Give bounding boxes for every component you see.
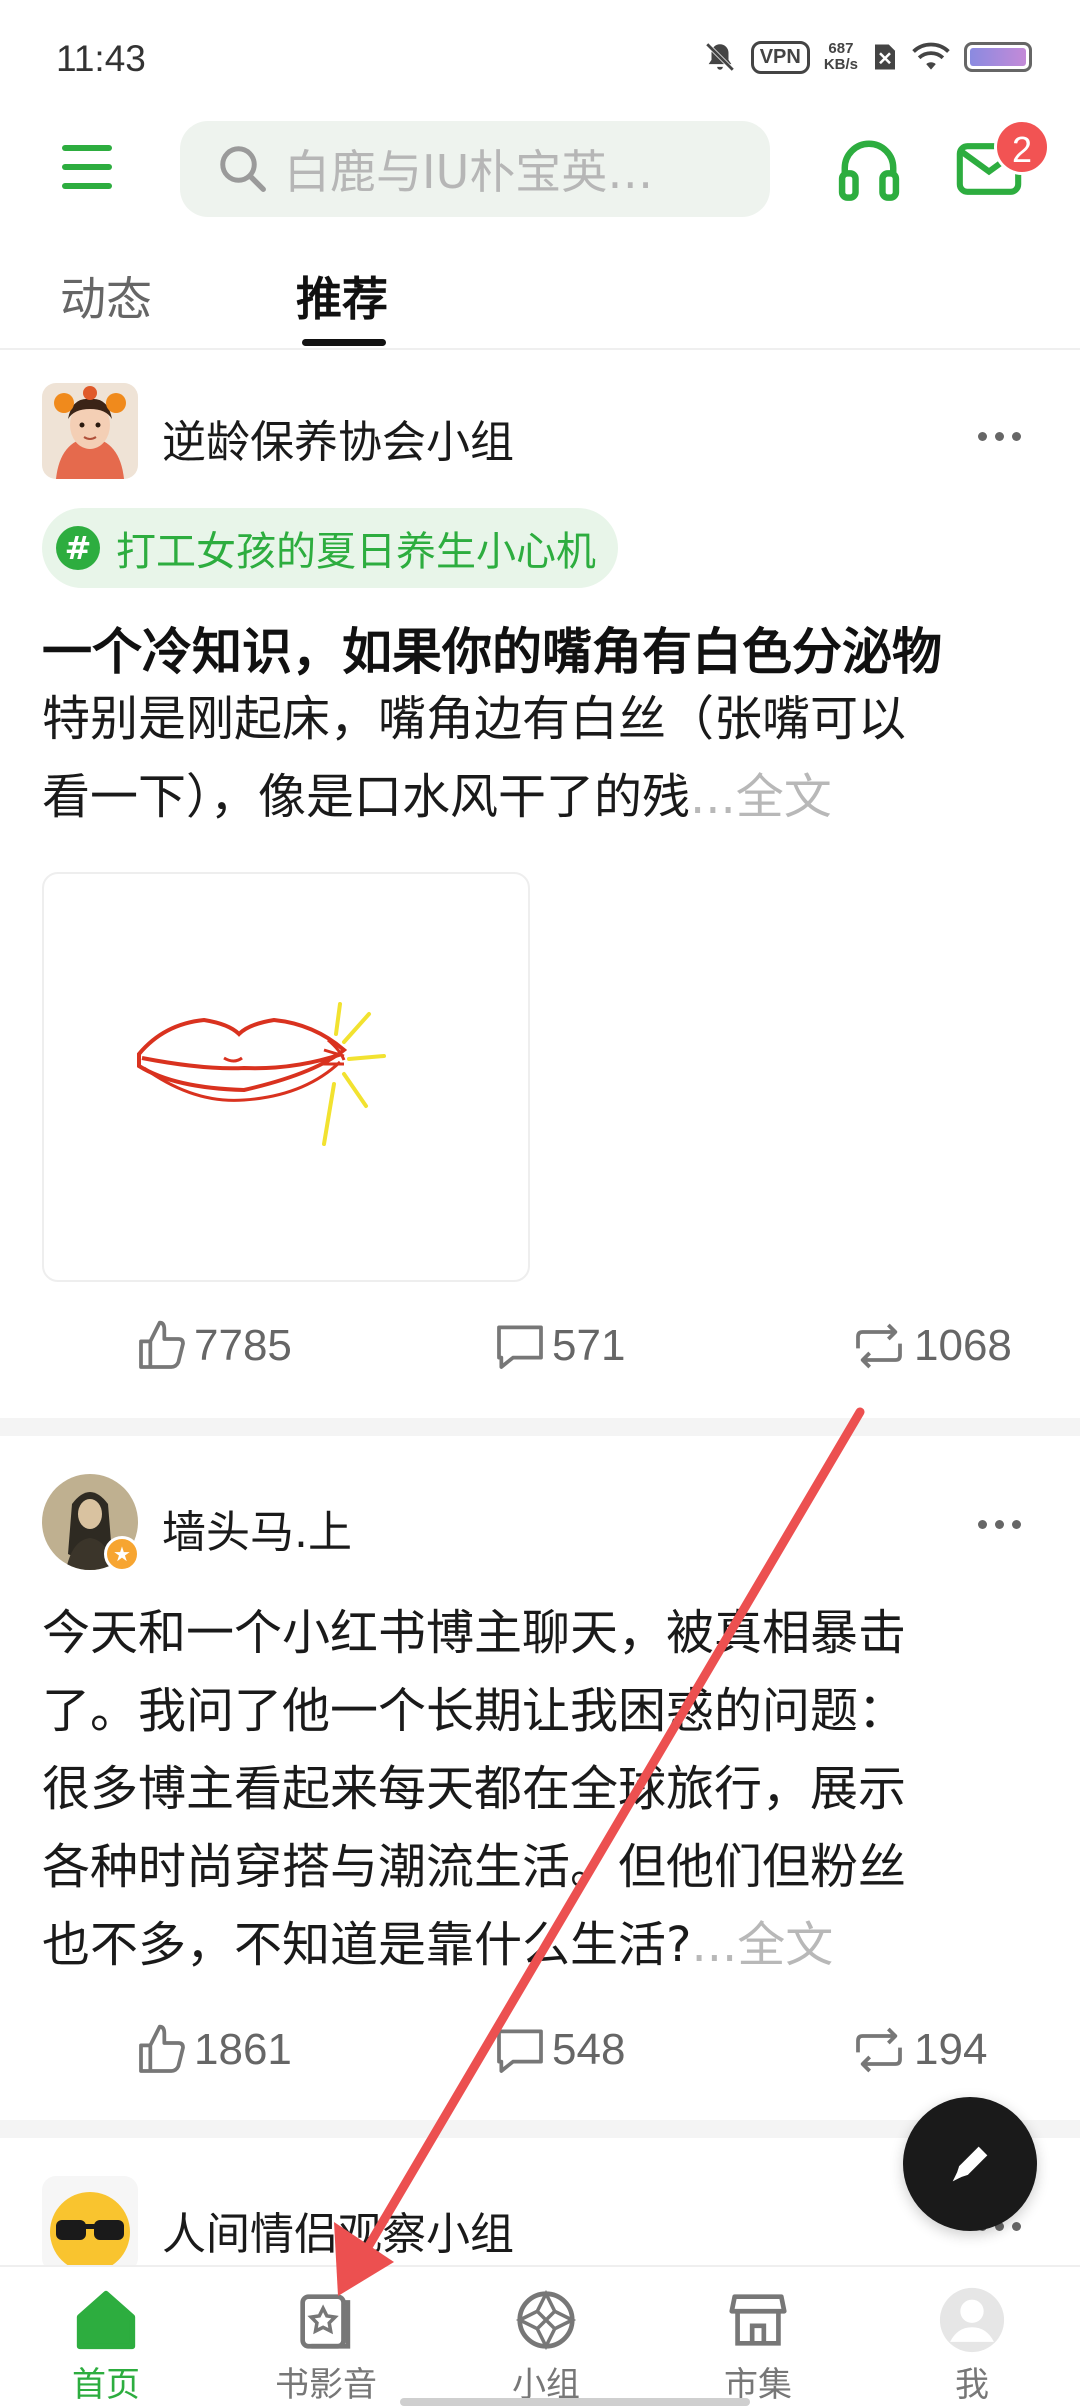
post-body-line: 了。我问了他一个长期让我困惑的问题： — [42, 1683, 907, 1739]
avatar[interactable] — [42, 2176, 138, 2272]
status-icons: VPN 687 KB/s — [703, 40, 1032, 74]
lips-drawing — [137, 1002, 386, 1146]
like-button[interactable]: 7785 — [134, 1318, 292, 1374]
post-body-line-last: 看一下），像是口水风干了的残...全文 — [42, 769, 832, 825]
headphones-icon[interactable] — [836, 133, 902, 203]
no-sim-icon — [875, 44, 895, 70]
search-bar[interactable]: 白鹿与IU朴宝英… — [180, 121, 770, 217]
post-image[interactable] — [42, 872, 530, 1282]
more-options-icon[interactable] — [978, 1520, 1021, 1529]
comment-count: 548 — [552, 2025, 626, 2074]
thumbs-up-icon — [139, 1320, 185, 1369]
post-body-line: 今天和一个小红书博主聊天，被真相暴击 — [42, 1605, 907, 1661]
network-speed-value: 687 — [828, 40, 854, 57]
network-speed-unit: KB/s — [823, 56, 858, 73]
read-full-text-link[interactable]: 全文 — [737, 1917, 833, 1973]
nav-label: 书影音 — [275, 2365, 377, 2405]
search-icon — [220, 146, 266, 192]
ellipsis: ... — [690, 769, 736, 825]
status-bar: 11:43 VPN 687 KB/s — [0, 0, 1080, 100]
like-button[interactable]: 1861 — [134, 2022, 292, 2078]
nav-book-movie-music[interactable]: 书影音 — [256, 2285, 396, 2406]
like-count: 1861 — [194, 2025, 292, 2074]
repost-icon — [856, 2027, 902, 2073]
nav-label: 首页 — [72, 2365, 140, 2405]
app-screen: 11:43 VPN 687 KB/s 白鹿与IU朴宝英… 2 动态 推荐 逆龄保… — [0, 0, 1080, 2408]
post-body[interactable]: 特别是刚起床，嘴角边有白丝（张嘴可以 看一下），像是口水风干了的残...全文 — [42, 680, 1042, 836]
thumbs-up-icon — [139, 2024, 185, 2073]
post-author[interactable]: 人间情侣观察小组 — [162, 2198, 514, 2262]
home-icon — [76, 2290, 136, 2350]
network-speed: 687 KB/s — [824, 41, 858, 73]
post-author[interactable]: 墙头马.上 — [162, 1496, 352, 1560]
tab-dongtai[interactable]: 动态 — [60, 263, 152, 329]
top-bar: 白鹿与IU朴宝英… 2 — [0, 115, 1080, 225]
post-body[interactable]: 今天和一个小红书博主聊天，被真相暴击 了。我问了他一个长期让我困惑的问题： 很多… — [42, 1594, 1042, 1984]
post-body-line: 各种时尚穿搭与潮流生活。但他们但粉丝 — [42, 1839, 907, 1895]
comment-icon — [497, 1325, 543, 1369]
repost-count: 194 — [914, 2025, 988, 2074]
status-time: 11:43 — [56, 38, 146, 79]
topic-tag[interactable]: # 打工女孩的夏日养生小心机 — [42, 508, 618, 588]
mute-icon — [705, 42, 734, 72]
comment-icon — [497, 2029, 543, 2073]
repost-count: 1068 — [914, 1321, 1012, 1370]
read-full-text-link[interactable]: 全文 — [736, 769, 832, 825]
group-icon — [515, 2289, 577, 2351]
feed-tabs: 动态 推荐 — [0, 255, 1080, 350]
more-options-icon[interactable] — [978, 432, 1021, 441]
pen-icon — [952, 2146, 988, 2182]
vpn-badge: VPN — [750, 40, 810, 74]
nav-me[interactable]: 我 — [902, 2285, 1042, 2406]
nav-home[interactable]: 首页 — [36, 2285, 176, 2406]
profile-icon — [939, 2287, 1005, 2353]
topic-label: 打工女孩的夏日养生小心机 — [116, 529, 596, 575]
bottom-navigation: 首页 书影音 小组 市集 我 — [0, 2265, 1080, 2408]
post-body-line: 很多博主看起来每天都在全球旅行，展示 — [42, 1761, 907, 1817]
menu-icon[interactable] — [62, 145, 112, 189]
nav-label: 我 — [955, 2365, 989, 2405]
post-body-line-last: 也不多，不知道是靠什么生活?...全文 — [42, 1917, 834, 1973]
post-title[interactable]: 一个冷知识，如果你的嘴角有白色分泌物 — [42, 612, 942, 684]
post-divider — [0, 1418, 1080, 1436]
compose-button[interactable] — [903, 2097, 1037, 2231]
post-actions: 1861 548 194 — [0, 2022, 1080, 2092]
group-avatar-image — [42, 383, 138, 479]
nav-market[interactable]: 市集 — [688, 2285, 828, 2406]
post-body-line: 特别是刚起床，嘴角边有白丝（张嘴可以 — [42, 691, 907, 747]
unread-badge: 2 — [994, 119, 1050, 175]
repost-button[interactable]: 1068 — [848, 1318, 1012, 1374]
active-tab-indicator — [302, 339, 386, 346]
repost-button[interactable]: 194 — [848, 2022, 987, 2078]
avatar[interactable] — [42, 383, 138, 479]
search-placeholder: 白鹿与IU朴宝英… — [284, 145, 654, 199]
market-icon — [729, 2294, 787, 2346]
repost-icon — [856, 1323, 902, 1369]
hashtag-icon: # — [56, 526, 100, 570]
like-count: 7785 — [194, 1321, 292, 1370]
comment-button[interactable]: 571 — [492, 1318, 625, 1374]
home-indicator — [400, 2398, 750, 2406]
ellipsis: ... — [691, 1917, 738, 1973]
comment-count: 571 — [552, 1321, 626, 1370]
verified-badge-icon: ★ — [104, 1536, 140, 1572]
wifi-icon — [912, 42, 950, 70]
tab-tuijian[interactable]: 推荐 — [296, 263, 388, 329]
sunglasses-emoji-avatar — [42, 2176, 138, 2272]
comment-button[interactable]: 548 — [492, 2022, 625, 2078]
post-author[interactable]: 逆龄保养协会小组 — [162, 406, 514, 470]
post-actions: 7785 571 1068 — [0, 1318, 1080, 1388]
battery-icon — [964, 42, 1032, 72]
nav-group[interactable]: 小组 — [476, 2285, 616, 2406]
book-movie-music-icon — [300, 2294, 351, 2349]
